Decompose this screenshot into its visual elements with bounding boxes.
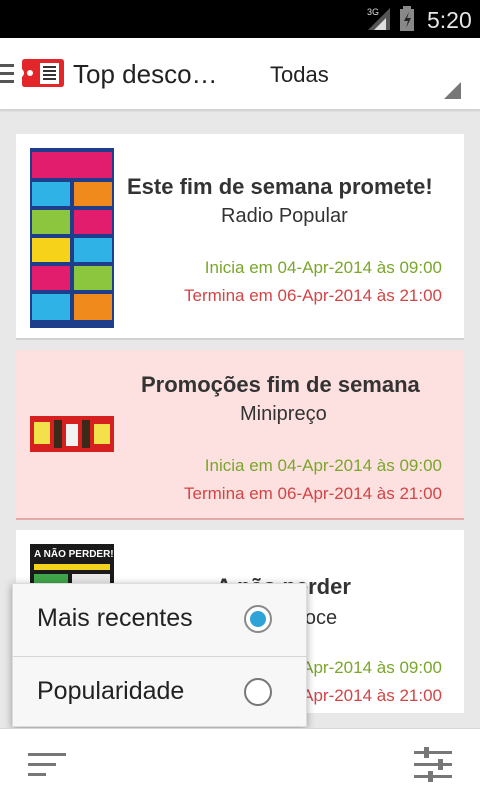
- sort-option-popularity[interactable]: Popularidade: [13, 657, 308, 729]
- deal-title: Este fim de semana promete!: [127, 174, 433, 199]
- status-bar: 3G 5:20: [0, 0, 480, 38]
- brochure-thumbnail: [30, 416, 114, 452]
- bottom-toolbar: [0, 728, 480, 800]
- clock: 5:20: [427, 7, 472, 33]
- radio-unselected-icon[interactable]: [244, 678, 272, 706]
- filter-settings-icon[interactable]: [414, 747, 452, 783]
- sort-option-label: Mais recentes: [37, 604, 193, 632]
- battery-icon: [400, 6, 414, 31]
- category-spinner[interactable]: Todas: [270, 62, 329, 88]
- sort-popup-menu: Mais recentes Popularidade: [12, 583, 308, 729]
- app-logo-icon[interactable]: [21, 56, 65, 90]
- action-bar: Top desco… Todas: [0, 38, 480, 110]
- app-title: Top desco…: [73, 59, 218, 89]
- sort-option-label: Popularidade: [37, 677, 185, 705]
- deal-title: Promoções fim de semana: [141, 372, 420, 397]
- deal-card[interactable]: Promoções fim de semana Minipreço Inicia…: [16, 350, 464, 520]
- dropdown-arrow-icon[interactable]: [444, 82, 461, 99]
- deal-card[interactable]: Este fim de semana promete! Radio Popula…: [16, 134, 464, 340]
- radio-selected-icon[interactable]: [244, 605, 272, 633]
- deal-end-date: Termina em 06-Apr-2014 às 21:00: [184, 286, 442, 305]
- sort-option-recent[interactable]: Mais recentes: [13, 584, 308, 656]
- sort-icon[interactable]: [28, 751, 68, 779]
- deal-start-date: Inicia em 04-Apr-2014 às 09:00: [204, 456, 442, 475]
- store-name: Radio Popular: [221, 205, 348, 227]
- deal-start-date: Inicia em 04-Apr-2014 às 09:00: [204, 258, 442, 277]
- thumbnail-caption: A NÃO PERDER!: [34, 547, 114, 560]
- menu-icon[interactable]: [0, 64, 14, 84]
- signal-3g-icon: 3G: [367, 7, 390, 30]
- deal-end-date: Termina em 06-Apr-2014 às 21:00: [184, 484, 442, 503]
- network-type: 3G: [367, 7, 379, 17]
- brochure-thumbnail: [30, 148, 114, 328]
- store-name: Minipreço: [240, 403, 327, 425]
